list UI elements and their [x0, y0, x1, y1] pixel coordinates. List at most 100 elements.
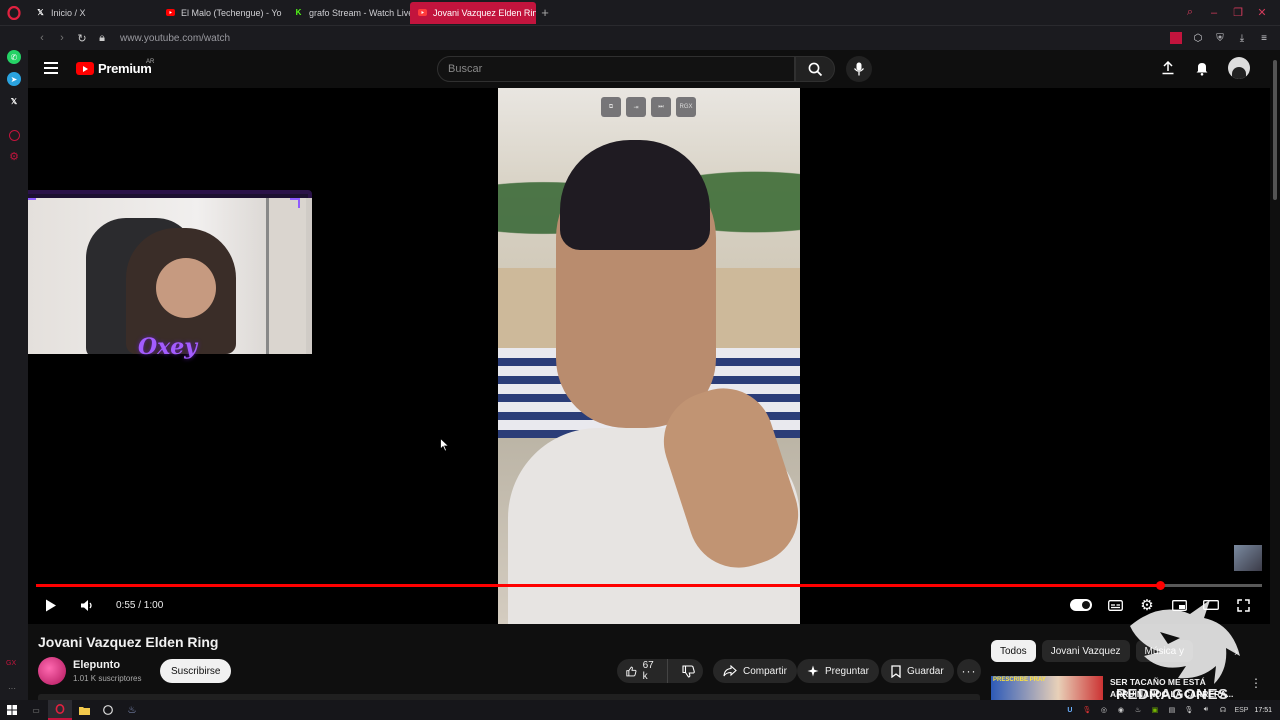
- new-tab-plus-icon[interactable]: +: [536, 5, 554, 20]
- progress-scrubber[interactable]: [1156, 581, 1166, 590]
- x-logo-icon: 𝕏: [37, 8, 44, 17]
- thumbs-down-icon: [682, 664, 695, 678]
- sparkle-icon: [807, 665, 819, 677]
- tray-record-icon[interactable]: ◎: [1098, 705, 1109, 716]
- video-title: Jovani Vazquez Elden Ring: [38, 634, 219, 650]
- tab-youtube-el-malo[interactable]: El Malo (Techengue) - Yo: [158, 2, 286, 24]
- tray-mic-icon[interactable]: 🎙︎: [1081, 705, 1092, 716]
- page-scrollbar[interactable]: [1270, 50, 1280, 700]
- opera-gx-taskbar-icon[interactable]: [48, 700, 72, 720]
- chip-jovani-vazquez[interactable]: Jovani Vazquez: [1041, 640, 1130, 662]
- tray-steam-icon[interactable]: ♨: [1132, 705, 1143, 716]
- share-label: Compartir: [743, 665, 787, 677]
- settings-gear-icon[interactable]: ⚙: [7, 149, 21, 163]
- tab-x-home[interactable]: 𝕏 Inicio / X: [28, 2, 158, 24]
- language-indicator[interactable]: ESP: [1234, 705, 1248, 716]
- search-tabs-icon[interactable]: ⌕: [1184, 6, 1196, 19]
- video-player[interactable]: ⧉ ⇥ ⏭ RGX Oxey 0:55 / 1:00 ⚙: [28, 88, 1270, 624]
- rgx-button[interactable]: RGX: [676, 97, 696, 117]
- telegram-icon[interactable]: ➤: [7, 72, 21, 86]
- save-button[interactable]: Guardar: [881, 659, 954, 683]
- exit-icon[interactable]: ⇥: [626, 97, 646, 117]
- forward-icon[interactable]: ›: [56, 32, 68, 44]
- webcam-badge-logo: Oxey: [138, 334, 198, 360]
- lock-icon[interactable]: 🔒︎: [96, 32, 108, 44]
- vpn-icon[interactable]: ⛨: [1214, 32, 1226, 44]
- youtube-icon: [166, 8, 175, 17]
- upload-icon[interactable]: [1160, 60, 1176, 76]
- hamburger-menu-icon[interactable]: [44, 62, 58, 74]
- frame-corner: [28, 198, 36, 208]
- progress-played: [36, 584, 1161, 587]
- tray-app-icon[interactable]: ◉: [1115, 705, 1126, 716]
- scrollbar-thumb[interactable]: [1273, 60, 1277, 200]
- autoplay-toggle[interactable]: [1070, 599, 1092, 611]
- search-button[interactable]: [795, 56, 835, 82]
- progress-bar[interactable]: [36, 581, 1262, 590]
- x-logo-icon[interactable]: 𝕏: [7, 94, 21, 108]
- reload-icon[interactable]: ↻: [76, 32, 88, 45]
- subscribe-button[interactable]: Suscribirse: [160, 659, 232, 683]
- next-icon[interactable]: ⏭: [651, 97, 671, 117]
- easy-setup-menu-icon[interactable]: ≡: [1258, 32, 1270, 44]
- tray-volume-icon[interactable]: 🔊︎: [1200, 705, 1211, 716]
- account-avatar[interactable]: [1228, 57, 1250, 79]
- webcam-person-face: [156, 258, 216, 318]
- steam-icon[interactable]: ♨: [120, 700, 144, 720]
- mini-thumbnail[interactable]: [1234, 545, 1262, 571]
- like-button[interactable]: 67 k: [617, 659, 668, 683]
- volume-icon[interactable]: [78, 596, 96, 614]
- extensions-icon[interactable]: ⬡: [1192, 32, 1204, 44]
- more-actions-button[interactable]: ···: [957, 659, 981, 683]
- tab-label: El Malo (Techengue) - Yo: [181, 7, 282, 18]
- task-view-icon[interactable]: ▭: [24, 700, 48, 720]
- channel-name[interactable]: Elepunto: [73, 659, 120, 671]
- webcam-frame: [28, 190, 312, 354]
- time-display: 0:55 / 1:00: [116, 599, 164, 611]
- search-input[interactable]: [448, 63, 794, 75]
- play-icon[interactable]: [42, 596, 60, 614]
- close-icon[interactable]: ✕: [1256, 7, 1268, 19]
- chip-all[interactable]: Todos: [991, 640, 1036, 662]
- windows-start-icon[interactable]: [0, 700, 24, 720]
- ask-button[interactable]: Preguntar: [797, 659, 879, 683]
- url-field[interactable]: www.youtube.com/watch: [120, 33, 230, 44]
- file-explorer-icon[interactable]: [72, 700, 96, 720]
- clock[interactable]: 17:51: [1254, 705, 1272, 716]
- opera-logo-icon[interactable]: [0, 0, 28, 26]
- notifications-bell-icon[interactable]: [1194, 60, 1210, 76]
- tab-kick-stream[interactable]: K grafo Stream - Watch Live: [286, 2, 410, 24]
- search-icon: [808, 62, 822, 76]
- more-dots-icon[interactable]: ···: [8, 684, 16, 693]
- header-actions: [1160, 57, 1250, 79]
- minimize-icon[interactable]: –: [1208, 7, 1220, 19]
- back-icon[interactable]: ‹: [36, 32, 48, 44]
- divider: [1170, 32, 1182, 44]
- maximize-icon[interactable]: ❐: [1232, 7, 1244, 19]
- search-box: [437, 56, 795, 82]
- tray-u-icon[interactable]: U: [1064, 705, 1075, 716]
- recommended-video-thumbnail[interactable]: PRESCRIBE PRAY: [991, 676, 1103, 700]
- tab-youtube-jovani[interactable]: Jovani Vazquez Elden Ring: [410, 1, 536, 24]
- whatsapp-icon[interactable]: ✆: [7, 50, 21, 64]
- voice-search-button[interactable]: [846, 56, 872, 82]
- channel-avatar[interactable]: [38, 657, 66, 685]
- obs-icon[interactable]: [96, 700, 120, 720]
- more-vertical-icon[interactable]: ⋮: [1250, 676, 1262, 690]
- tray-nvidia-icon[interactable]: ▣: [1149, 705, 1160, 716]
- dragon-watermark-logo: [1130, 600, 1240, 684]
- tray-microphone-icon[interactable]: 🎙︎: [1183, 705, 1194, 716]
- thumbnail-text: PRESCRIBE PRAY: [993, 677, 1046, 683]
- download-icon[interactable]: ⤓: [1236, 32, 1248, 44]
- pop-out-icon[interactable]: ⧉: [601, 97, 621, 117]
- dislike-button[interactable]: [674, 664, 703, 678]
- like-dislike-group: 67 k: [617, 659, 703, 683]
- tray-headset-icon[interactable]: ☊: [1217, 705, 1228, 716]
- gx-sidebar-label[interactable]: GX: [6, 660, 16, 667]
- history-icon[interactable]: [8, 130, 20, 141]
- microphone-icon: [853, 62, 865, 76]
- share-button[interactable]: Compartir: [713, 659, 797, 683]
- youtube-premium-logo[interactable]: Premium: [76, 61, 152, 76]
- tray-network-icon[interactable]: ▤: [1166, 705, 1177, 716]
- video-frame: ⧉ ⇥ ⏭ RGX: [498, 88, 800, 624]
